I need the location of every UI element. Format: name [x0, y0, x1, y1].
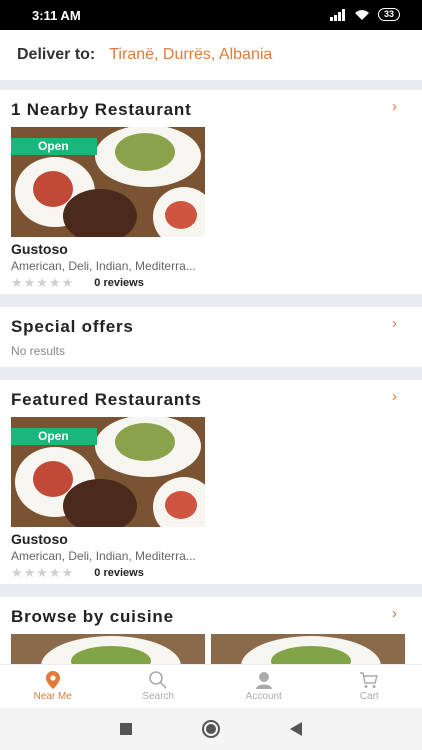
system-navigation: [0, 708, 422, 750]
section-divider: [0, 294, 422, 307]
section-divider: [0, 367, 422, 380]
section-title-featured: Featured Restaurants: [11, 390, 202, 409]
back-icon[interactable]: [289, 721, 303, 737]
deliver-location[interactable]: Tiranë, Durrës, Albania: [109, 46, 272, 64]
nav-near-me[interactable]: Near Me: [0, 665, 106, 708]
signal-icon: [329, 8, 346, 21]
search-icon: [149, 671, 167, 689]
rating-row: ★★★★★ 0 reviews: [11, 275, 205, 291]
review-count: 0 reviews: [94, 277, 144, 289]
nav-search[interactable]: Search: [106, 665, 212, 708]
deliver-to-bar[interactable]: Deliver to: Tiranë, Durrës, Albania: [0, 30, 422, 80]
nearby-section: 1 Nearby Restaurant › Open Gustoso Ameri…: [0, 90, 422, 294]
cuisine-card[interactable]: [211, 634, 405, 664]
restaurant-cuisines: American, Deli, Indian, Mediterra...: [11, 549, 196, 563]
nav-label: Near Me: [33, 691, 72, 702]
chevron-right-icon[interactable]: ›: [392, 98, 397, 115]
cuisine-card[interactable]: [11, 634, 205, 664]
open-badge: Open: [11, 138, 97, 155]
recent-apps-icon[interactable]: [119, 722, 133, 736]
restaurant-image: Open: [11, 417, 205, 527]
nav-account[interactable]: Account: [211, 665, 317, 708]
chevron-right-icon[interactable]: ›: [392, 315, 397, 332]
restaurant-cuisines: American, Deli, Indian, Mediterra...: [11, 259, 196, 273]
nav-cart[interactable]: Cart: [317, 665, 422, 708]
special-offers-section: Special offers › No results: [0, 307, 422, 367]
home-icon[interactable]: [201, 719, 221, 739]
account-icon: [255, 672, 272, 689]
restaurant-image: Open: [11, 127, 205, 237]
deliver-to-label: Deliver to:: [17, 46, 96, 63]
section-divider: [0, 584, 422, 597]
open-badge: Open: [11, 428, 97, 445]
nav-label: Cart: [359, 691, 379, 702]
star-rating-icon: ★★★★★: [11, 275, 75, 290]
featured-section: Featured Restaurants › Open Gustoso Amer…: [0, 380, 422, 584]
section-title-cuisine: Browse by cuisine: [11, 607, 174, 626]
section-divider: [0, 80, 422, 90]
section-title-special-offers: Special offers: [11, 317, 134, 336]
review-count: 0 reviews: [94, 567, 144, 579]
status-bar: 3:11 AM 33: [0, 0, 422, 30]
restaurant-card[interactable]: Open Gustoso American, Deli, Indian, Med…: [11, 127, 205, 291]
chevron-right-icon[interactable]: ›: [392, 388, 397, 405]
restaurant-card[interactable]: Open Gustoso American, Deli, Indian, Med…: [11, 417, 205, 581]
wifi-icon: [354, 9, 369, 20]
restaurant-name: Gustoso: [11, 241, 68, 257]
no-results-text: No results: [11, 344, 66, 358]
location-pin-icon: [45, 671, 60, 689]
restaurant-name: Gustoso: [11, 531, 68, 547]
section-title-nearby: 1 Nearby Restaurant: [11, 100, 192, 119]
status-icons: 33: [329, 8, 400, 21]
rating-row: ★★★★★ 0 reviews: [11, 565, 205, 581]
chevron-right-icon[interactable]: ›: [392, 605, 397, 622]
battery-indicator: 33: [377, 8, 400, 21]
bottom-navigation: Near Me Search Account Cart: [0, 664, 422, 708]
nav-label: Search: [142, 691, 175, 702]
status-time: 3:11 AM: [32, 8, 81, 23]
nav-label: Account: [245, 691, 282, 702]
star-rating-icon: ★★★★★: [11, 565, 75, 580]
cart-icon: [360, 672, 379, 688]
